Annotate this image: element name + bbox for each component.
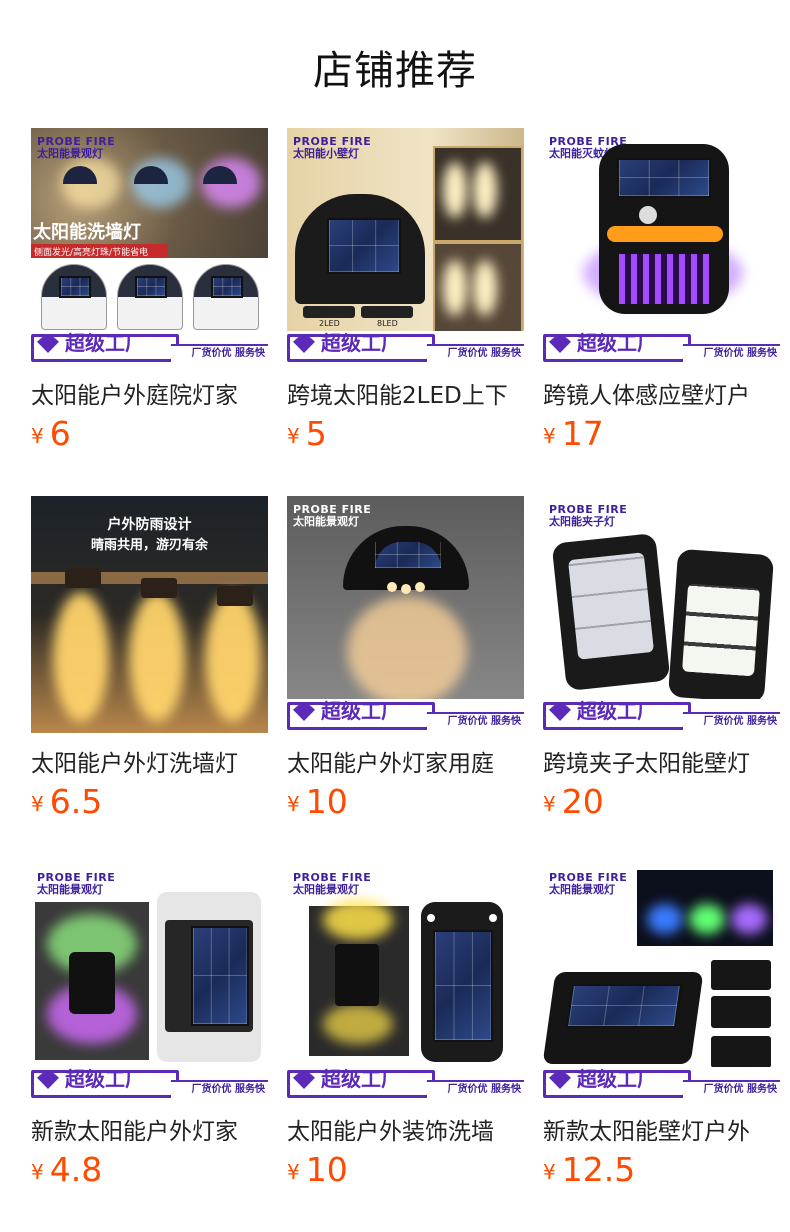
product-name: 新款太阳能户外灯家 xyxy=(31,1119,238,1145)
factory-badge: 超级工厂 厂货价优 服务快 xyxy=(543,1067,780,1101)
brand-logo: PROBE FIRE 太阳能景观灯 xyxy=(37,135,116,160)
product-price: ¥4.8 xyxy=(31,1150,103,1189)
overlay-title: 户外防雨设计 xyxy=(107,517,192,533)
product-image: PROBE FIRE 太阳能灭蚊灯 超级工厂 厂货价优 服务快 xyxy=(543,128,780,365)
product-image: PROBE FIRE 太阳能夹子灯 超级工厂 厂货价优 服务快 xyxy=(543,496,780,733)
product-image: PROBE FIRE 太阳能景观灯 太阳能洗墙灯 侧面发光/高亮灯珠/节能省电 … xyxy=(31,128,268,365)
product-card[interactable]: PROBE FIRE 太阳能景观灯 太阳能洗墙灯 侧面发光/高亮灯珠/节能省电 … xyxy=(31,128,268,468)
product-name: 跨境夹子太阳能壁灯 xyxy=(543,751,750,777)
product-image: PROBE FIRE 太阳能景观灯 超级工厂 厂货价优 服务快 xyxy=(31,864,268,1101)
product-card[interactable]: PROBE FIRE 太阳能夹子灯 超级工厂 厂货价优 服务快 跨境夹子太阳能壁… xyxy=(543,496,780,836)
product-price: ¥12.5 xyxy=(543,1150,636,1189)
product-image: PROBE FIRE 太阳能景观灯 超级工厂 厂货价优 服务快 xyxy=(287,496,524,733)
product-card[interactable]: PROBE FIRE 太阳能景观灯 超级工厂 厂货价优 服务快 太阳能户外装饰洗… xyxy=(287,864,524,1204)
product-image: PROBE FIRE 太阳能景观灯 超级工厂 厂货价优 服务快 xyxy=(543,864,780,1101)
product-name: 跨镜人体感应壁灯户 xyxy=(543,383,750,409)
product-price: ¥6 xyxy=(31,414,71,453)
overlay-subtitle: 侧面发光/高亮灯珠/节能省电 xyxy=(34,248,149,258)
factory-badge: 超级工厂 厂货价优 服务快 xyxy=(287,331,524,365)
product-name: 太阳能户外灯家用庭 xyxy=(287,751,494,777)
product-price: ¥17 xyxy=(543,414,604,453)
page-title: 店铺推荐 xyxy=(313,48,477,94)
product-price: ¥20 xyxy=(543,782,604,821)
product-card[interactable]: PROBE FIRE 太阳能景观灯 超级工厂 厂货价优 服务快 新款太阳能户外灯… xyxy=(31,864,268,1204)
factory-badge: 超级工厂 厂货价优 服务快 xyxy=(543,699,780,733)
factory-badge: 超级工厂 厂货价优 服务快 xyxy=(31,1067,268,1101)
product-name: 太阳能户外灯洗墙灯 xyxy=(31,751,238,777)
product-card[interactable]: PROBE FIRE 太阳能景观灯 超级工厂 厂货价优 服务快 新款太阳能壁灯户… xyxy=(543,864,780,1204)
product-card[interactable]: PROBE FIRE 太阳能灭蚊灯 超级工厂 厂货价优 服务快 跨镜人体感应壁灯… xyxy=(543,128,780,468)
product-price: ¥10 xyxy=(287,782,348,821)
brand-logo: PROBE FIRE 太阳能景观灯 xyxy=(293,503,372,528)
product-name: 跨境太阳能2LED上下 xyxy=(287,383,508,409)
factory-badge: 超级工厂 厂货价优 服务快 xyxy=(31,331,268,365)
brand-logo: PROBE FIRE 太阳能景观灯 xyxy=(293,871,372,896)
product-image: PROBE FIRE 太阳能小壁灯 2LED 8LED 超级工厂 厂货价优 服务… xyxy=(287,128,524,365)
brand-logo: PROBE FIRE 太阳能小壁灯 xyxy=(293,135,372,160)
product-price: ¥10 xyxy=(287,1150,348,1189)
product-card[interactable]: PROBE FIRE 太阳能小壁灯 2LED 8LED 超级工厂 厂货价优 服务… xyxy=(287,128,524,468)
brand-logo: PROBE FIRE 太阳能夹子灯 xyxy=(549,503,628,528)
overlay-subtitle: 晴雨共用，游刃有余 xyxy=(90,538,208,553)
overlay-title: 太阳能洗墙灯 xyxy=(33,222,141,243)
factory-badge: 超级工厂 厂货价优 服务快 xyxy=(287,699,524,733)
product-card[interactable]: 户外防雨设计 晴雨共用，游刃有余 太阳能户外灯洗墙灯 ¥6.5 xyxy=(31,496,268,836)
brand-logo: PROBE FIRE 太阳能景观灯 xyxy=(37,871,116,896)
product-image: 户外防雨设计 晴雨共用，游刃有余 xyxy=(31,496,268,733)
led-tag-a: 2LED xyxy=(319,319,340,328)
product-name: 太阳能户外庭院灯家 xyxy=(31,383,238,409)
product-image: PROBE FIRE 太阳能景观灯 超级工厂 厂货价优 服务快 xyxy=(287,864,524,1101)
factory-badge: 超级工厂 厂货价优 服务快 xyxy=(287,1067,524,1101)
product-name: 太阳能户外装饰洗墙 xyxy=(287,1119,494,1145)
led-tag-b: 8LED xyxy=(377,319,398,328)
product-card[interactable]: PROBE FIRE 太阳能景观灯 超级工厂 厂货价优 服务快 太阳能户外灯家用… xyxy=(287,496,524,836)
product-price: ¥5 xyxy=(287,414,327,453)
brand-logo: PROBE FIRE 太阳能景观灯 xyxy=(549,871,628,896)
factory-badge: 超级工厂 厂货价优 服务快 xyxy=(543,331,780,365)
product-name: 新款太阳能壁灯户外 xyxy=(543,1119,750,1145)
product-price: ¥6.5 xyxy=(31,782,103,821)
